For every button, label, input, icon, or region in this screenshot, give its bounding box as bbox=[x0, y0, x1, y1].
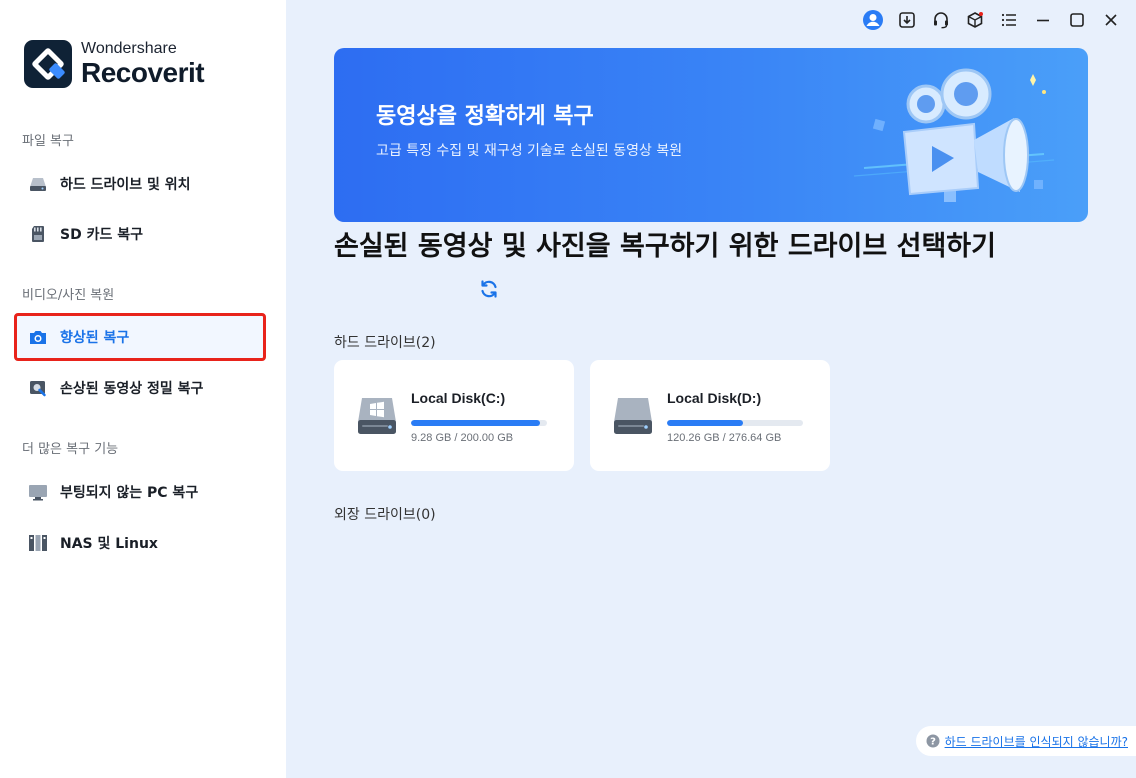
hard-drives-label: 하드 드라이브(2) bbox=[334, 335, 436, 351]
hard-drive-icon bbox=[28, 174, 48, 194]
sidebar-item-sd-card[interactable]: SD 카드 복구 bbox=[14, 210, 266, 258]
banner-subtitle: 고급 특징 수집 및 재구성 기술로 손실된 동영상 복원 bbox=[376, 143, 683, 159]
page-title: 손실된 동영상 및 사진을 복구하기 위한 드라이브 선택하기 bbox=[334, 231, 996, 262]
refresh-icon[interactable] bbox=[478, 278, 500, 300]
drive-size: 9.28 GB / 200.00 GB bbox=[411, 432, 514, 444]
sidebar-item-label: NAS 및 Linux bbox=[60, 536, 158, 552]
sidebar-item-video-repair[interactable]: 손상된 동영상 정밀 복구 bbox=[14, 364, 266, 412]
banner-title: 동영상을 정확하게 복구 bbox=[376, 104, 594, 129]
svg-text:?: ? bbox=[930, 737, 936, 748]
drive-name: Local Disk(D:) bbox=[667, 390, 762, 406]
main-panel: 동영상을 정확하게 복구 고급 특징 수집 및 재구성 기술로 손실된 동영상 … bbox=[286, 0, 1136, 778]
sidebar-item-label: 향상된 복구 bbox=[60, 330, 130, 346]
help-link-text: 하드 드라이브를 인식되지 않습니까? bbox=[944, 734, 1128, 749]
promo-banner[interactable]: 동영상을 정확하게 복구 고급 특징 수집 및 재구성 기술로 손실된 동영상 … bbox=[334, 48, 1088, 222]
drive-name: Local Disk(C:) bbox=[411, 390, 506, 406]
question-icon: ? bbox=[926, 734, 940, 748]
sidebar: Wondershare Recoverit 파일 복구 하드 드라이브 및 위치… bbox=[0, 0, 286, 778]
sidebar-item-label: SD 카드 복구 bbox=[60, 227, 143, 243]
headset-icon[interactable] bbox=[924, 8, 958, 32]
app-logo: Wondershare Recoverit bbox=[24, 40, 205, 88]
drive-card-c[interactable]: Local Disk(C:) 9.28 GB / 200.00 GB bbox=[334, 360, 574, 471]
drive-size: 120.26 GB / 276.64 GB bbox=[667, 432, 782, 444]
help-link[interactable]: ? 하드 드라이브를 인식되지 않습니까? bbox=[915, 726, 1136, 756]
sidebar-item-label: 부팅되지 않는 PC 복구 bbox=[60, 485, 199, 501]
external-drives-label: 외장 드라이브(0) bbox=[334, 507, 436, 523]
brand-top: Wondershare bbox=[81, 40, 177, 57]
drive-usage-bar bbox=[411, 420, 547, 426]
brand-bottom: Recoverit bbox=[81, 57, 205, 88]
nas-icon bbox=[28, 533, 48, 553]
sidebar-item-label: 하드 드라이브 및 위치 bbox=[60, 177, 191, 193]
title-bar bbox=[856, 8, 1128, 32]
close-icon[interactable] bbox=[1094, 8, 1128, 32]
drive-usage-bar bbox=[667, 420, 803, 426]
drive-card-d[interactable]: Local Disk(D:) 120.26 GB / 276.64 GB bbox=[590, 360, 830, 471]
toolbox-icon[interactable] bbox=[958, 8, 992, 32]
maximize-icon[interactable] bbox=[1060, 8, 1094, 32]
section-title-file-recovery: 파일 복구 bbox=[22, 134, 74, 149]
sidebar-item-unbootable-pc[interactable]: 부팅되지 않는 PC 복구 bbox=[14, 468, 266, 516]
sidebar-item-hard-drive[interactable]: 하드 드라이브 및 위치 bbox=[14, 160, 266, 208]
monitor-icon bbox=[28, 482, 48, 502]
drive-usage-fill bbox=[667, 420, 744, 426]
drive-usage-fill bbox=[411, 420, 541, 426]
sidebar-item-enhanced-recovery[interactable]: 향상된 복구 bbox=[14, 313, 266, 361]
video-camera-illustration-icon bbox=[853, 68, 1055, 202]
section-title-video-photo: 비디오/사진 복원 bbox=[22, 288, 115, 303]
hard-drive-icon bbox=[612, 396, 654, 436]
camera-icon bbox=[28, 327, 48, 347]
video-repair-icon bbox=[28, 378, 48, 398]
sd-card-icon bbox=[28, 224, 48, 244]
sidebar-item-label: 손상된 동영상 정밀 복구 bbox=[60, 381, 204, 397]
recoverit-logo-icon bbox=[24, 40, 72, 88]
menu-icon[interactable] bbox=[992, 8, 1026, 32]
section-title-more-features: 더 많은 복구 기능 bbox=[22, 442, 119, 457]
update-icon[interactable] bbox=[890, 8, 924, 32]
minimize-icon[interactable] bbox=[1026, 8, 1060, 32]
user-avatar-icon[interactable] bbox=[856, 8, 890, 32]
windows-drive-icon bbox=[356, 396, 398, 436]
sidebar-item-nas-linux[interactable]: NAS 및 Linux bbox=[14, 519, 266, 567]
